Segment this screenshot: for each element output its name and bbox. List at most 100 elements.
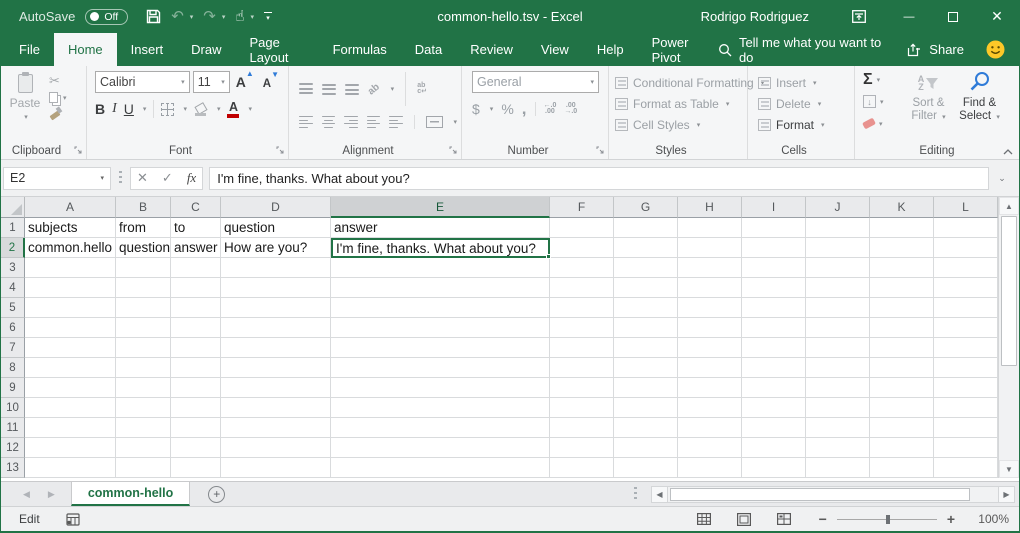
cell-I13[interactable] xyxy=(742,458,806,478)
cell-F4[interactable] xyxy=(550,278,614,298)
cell-G13[interactable] xyxy=(614,458,678,478)
tab-draw[interactable]: Draw xyxy=(177,33,235,66)
tab-page-layout[interactable]: Page Layout xyxy=(236,33,319,66)
cell-K1[interactable] xyxy=(870,218,934,238)
decrease-font-size-button[interactable]: A▼ xyxy=(260,75,282,90)
column-header-F[interactable]: F xyxy=(550,197,614,218)
cell-B9[interactable] xyxy=(116,378,171,398)
italic-button[interactable]: I xyxy=(112,101,117,117)
close-button[interactable]: ✕ xyxy=(975,0,1019,33)
cell-E5[interactable] xyxy=(331,298,550,318)
cell-A10[interactable] xyxy=(25,398,116,418)
cell-D13[interactable] xyxy=(221,458,331,478)
cell-F1[interactable] xyxy=(550,218,614,238)
cell-K5[interactable] xyxy=(870,298,934,318)
cell-J13[interactable] xyxy=(806,458,870,478)
cell-I3[interactable] xyxy=(742,258,806,278)
zoom-slider[interactable] xyxy=(837,519,937,520)
row-header-10[interactable]: 10 xyxy=(1,398,25,418)
fill-color-icon[interactable] xyxy=(194,103,208,116)
font-name-combo[interactable]: Calibri▾ xyxy=(95,71,190,93)
font-dialog-launcher-icon[interactable] xyxy=(276,146,285,155)
cell-L8[interactable] xyxy=(934,358,998,378)
cell-B11[interactable] xyxy=(116,418,171,438)
expand-formula-bar-icon[interactable]: ⌄ xyxy=(989,173,1015,184)
cell-G3[interactable] xyxy=(614,258,678,278)
cell-G11[interactable] xyxy=(614,418,678,438)
cell-K10[interactable] xyxy=(870,398,934,418)
cell-F5[interactable] xyxy=(550,298,614,318)
underline-button[interactable]: U xyxy=(124,101,134,117)
format-painter-icon[interactable] xyxy=(49,107,61,119)
maximize-button[interactable] xyxy=(931,0,975,33)
cell-C5[interactable] xyxy=(171,298,221,318)
autosum-icon[interactable]: Σ xyxy=(863,72,873,88)
cell-C8[interactable] xyxy=(171,358,221,378)
cell-G2[interactable] xyxy=(614,238,678,258)
row-header-13[interactable]: 13 xyxy=(1,458,25,478)
row-header-11[interactable]: 11 xyxy=(1,418,25,438)
cell-J7[interactable] xyxy=(806,338,870,358)
cell-J3[interactable] xyxy=(806,258,870,278)
cell-E4[interactable] xyxy=(331,278,550,298)
cell-A6[interactable] xyxy=(25,318,116,338)
sheet-tab-common-hello[interactable]: common-hello xyxy=(71,482,190,506)
percent-style-icon[interactable]: % xyxy=(501,101,513,117)
cell-J11[interactable] xyxy=(806,418,870,438)
cell-G8[interactable] xyxy=(614,358,678,378)
cell-G4[interactable] xyxy=(614,278,678,298)
cell-E2[interactable]: I'm fine, thanks. What about you? xyxy=(331,238,550,258)
cells-delete[interactable]: Delete▾ xyxy=(758,93,854,114)
cell-E13[interactable] xyxy=(331,458,550,478)
row-header-9[interactable]: 9 xyxy=(1,378,25,398)
undo-icon[interactable]: ↶ xyxy=(171,9,184,24)
cell-L4[interactable] xyxy=(934,278,998,298)
column-header-J[interactable]: J xyxy=(806,197,870,218)
number-format-combo[interactable]: General▾ xyxy=(472,71,599,93)
cell-J10[interactable] xyxy=(806,398,870,418)
cell-E7[interactable] xyxy=(331,338,550,358)
cell-H6[interactable] xyxy=(678,318,742,338)
cell-E6[interactable] xyxy=(331,318,550,338)
cell-D7[interactable] xyxy=(221,338,331,358)
styles-conditional-formatting[interactable]: Conditional Formatting▾ xyxy=(615,72,747,93)
cell-J9[interactable] xyxy=(806,378,870,398)
cell-A9[interactable] xyxy=(25,378,116,398)
cell-C7[interactable] xyxy=(171,338,221,358)
scroll-up-icon[interactable]: ▲ xyxy=(999,197,1019,215)
collapse-ribbon-icon[interactable] xyxy=(1003,149,1013,155)
save-icon[interactable] xyxy=(146,9,161,24)
alignment-dialog-launcher-icon[interactable] xyxy=(449,146,458,155)
macro-recording-icon[interactable] xyxy=(66,513,80,526)
cell-H8[interactable] xyxy=(678,358,742,378)
page-break-preview-icon[interactable] xyxy=(777,513,791,525)
tab-splitter-handle[interactable] xyxy=(634,487,637,501)
cell-G1[interactable] xyxy=(614,218,678,238)
cell-F9[interactable] xyxy=(550,378,614,398)
cell-F10[interactable] xyxy=(550,398,614,418)
cell-I2[interactable] xyxy=(742,238,806,258)
number-dialog-launcher-icon[interactable] xyxy=(596,146,605,155)
cell-D11[interactable] xyxy=(221,418,331,438)
cell-B3[interactable] xyxy=(116,258,171,278)
tab-home[interactable]: Home xyxy=(54,33,117,66)
cell-A8[interactable] xyxy=(25,358,116,378)
cell-F2[interactable] xyxy=(550,238,614,258)
row-header-12[interactable]: 12 xyxy=(1,438,25,458)
cell-H2[interactable] xyxy=(678,238,742,258)
cell-E12[interactable] xyxy=(331,438,550,458)
cell-C6[interactable] xyxy=(171,318,221,338)
column-header-E[interactable]: E xyxy=(331,197,550,218)
cell-C4[interactable] xyxy=(171,278,221,298)
cell-H9[interactable] xyxy=(678,378,742,398)
cell-K8[interactable] xyxy=(870,358,934,378)
zoom-level[interactable]: 100% xyxy=(973,512,1009,526)
cell-J5[interactable] xyxy=(806,298,870,318)
cell-I5[interactable] xyxy=(742,298,806,318)
cell-C11[interactable] xyxy=(171,418,221,438)
share-button[interactable]: Share xyxy=(907,42,964,57)
clear-icon[interactable] xyxy=(862,118,876,130)
zoom-in-icon[interactable]: + xyxy=(947,514,955,524)
cell-K7[interactable] xyxy=(870,338,934,358)
cell-F3[interactable] xyxy=(550,258,614,278)
